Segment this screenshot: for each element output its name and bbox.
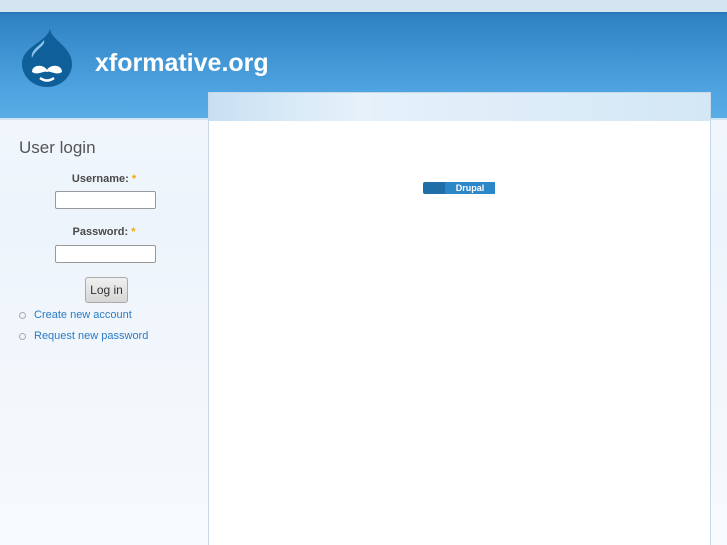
main-content	[208, 92, 711, 545]
drupal-icon	[423, 182, 445, 194]
login-button[interactable]: Log in	[85, 277, 128, 303]
site-name-link[interactable]: xformative.org	[95, 49, 269, 78]
block-title: User login	[19, 138, 96, 157]
password-input[interactable]	[55, 245, 156, 263]
password-label: Password: *	[72, 226, 136, 238]
username-input[interactable]	[55, 191, 156, 209]
username-label: Username: *	[71, 173, 137, 185]
drupal-logo-icon[interactable]	[20, 26, 74, 88]
top-bar	[0, 0, 727, 14]
request-password-link[interactable]: Request new password	[34, 330, 148, 342]
create-account-link[interactable]: Create new account	[34, 309, 132, 321]
powered-by-drupal-badge[interactable]: Drupal	[423, 182, 495, 194]
bullet-icon	[19, 312, 26, 319]
bullet-icon	[19, 333, 26, 340]
